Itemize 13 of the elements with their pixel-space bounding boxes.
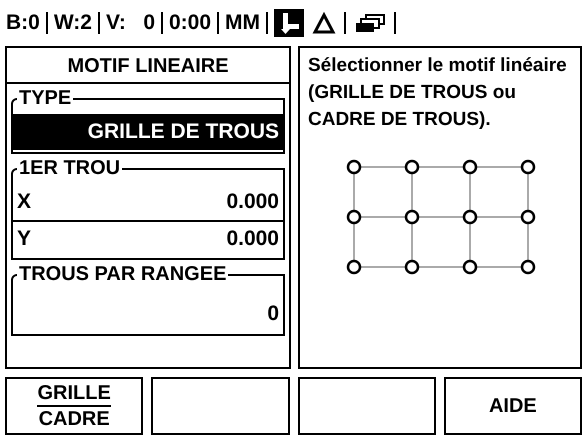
softkey-button[interactable]: AIDE (444, 377, 582, 435)
softkey-button[interactable] (298, 377, 436, 435)
datum-icon[interactable] (274, 9, 304, 37)
form-title: MOTIF LINEAIRE (7, 48, 289, 84)
softkey-button[interactable] (151, 377, 290, 435)
status-text: 0:00 (169, 10, 212, 36)
status-text: B:0 (6, 10, 40, 36)
type-field[interactable]: GRILLE DE TROUS (13, 114, 283, 150)
help-text: Sélectionner le motif linéaire (GRILLE DE TROUS ou CADRE DE TROUS). (308, 54, 568, 132)
softkey-button[interactable]: GRILLE CADRE (5, 377, 144, 435)
status-text: W:2 (54, 10, 92, 36)
status-text: MM (225, 10, 260, 36)
status-text: V: 0 (106, 10, 155, 36)
